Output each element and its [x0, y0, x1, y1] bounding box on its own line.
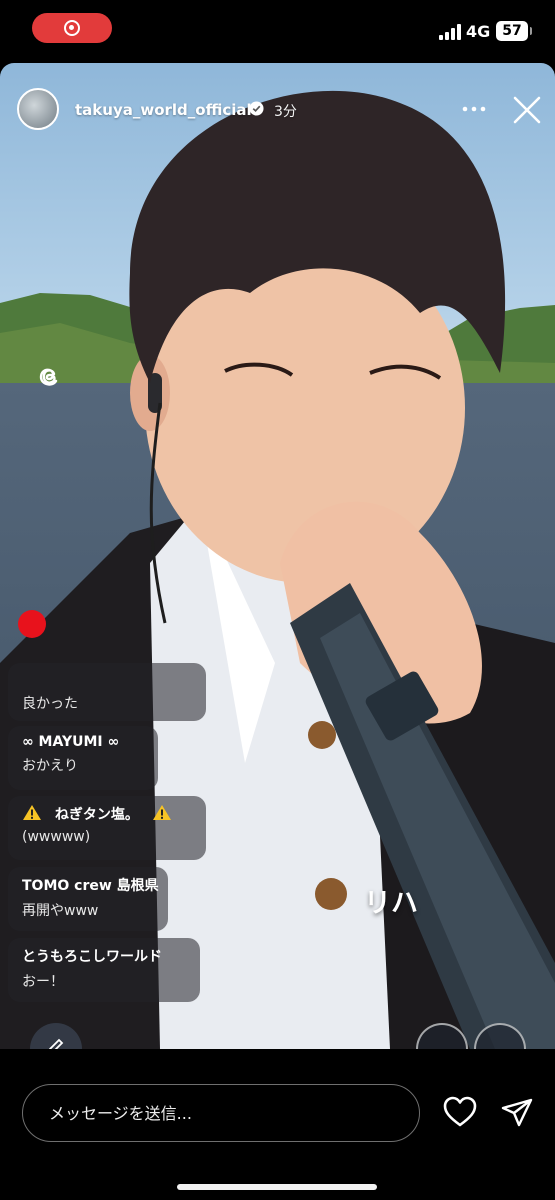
verified-badge-icon: [249, 101, 264, 116]
comment-username[interactable]: とうもろこしワールド: [22, 946, 186, 966]
message-input[interactable]: [22, 1084, 420, 1142]
network-type: 4G: [466, 22, 491, 41]
live-duration: 3分: [274, 104, 297, 120]
comment-item: ∞ MAYUMI ∞ おかえり: [8, 726, 158, 790]
warning-icon: [23, 805, 41, 820]
home-indicator: [177, 1184, 377, 1190]
heart-icon[interactable]: [443, 1096, 477, 1128]
screen-recording-indicator[interactable]: [32, 13, 112, 43]
comment-username[interactable]: TOMO crew 島根県: [22, 875, 159, 895]
cellular-signal-icon: [439, 24, 461, 40]
send-icon[interactable]: [501, 1097, 533, 1129]
comment-message: おかえり: [22, 758, 78, 774]
comment-message: おー！: [22, 974, 64, 990]
username[interactable]: takuya_world_official: [75, 101, 252, 119]
comment-bar: [0, 1049, 555, 1200]
comment-message: (wwwww): [22, 829, 91, 845]
comment-message: 良かった: [22, 696, 78, 712]
comment-item: とうもろこしワールド おー！: [8, 938, 200, 1002]
comment-username[interactable]: ねぎタン塩。: [22, 804, 192, 824]
comment-username[interactable]: ∞ MAYUMI ∞: [22, 734, 144, 750]
pencil-icon: [49, 1038, 64, 1049]
record-icon: [64, 20, 80, 36]
threads-icon[interactable]: [35, 363, 63, 391]
live-indicator-dot: [18, 610, 46, 638]
more-options-icon[interactable]: [462, 106, 486, 112]
live-video[interactable]: takuya_world_official 3分 良かった ∞ MAYUMI ∞…: [0, 63, 555, 1049]
profile-avatar[interactable]: [17, 88, 59, 130]
comment-item: TOMO crew 島根県 再開やwww: [8, 867, 168, 931]
status-bar: 4G 57: [0, 0, 555, 62]
close-icon[interactable]: [512, 95, 542, 125]
battery-icon: 57: [496, 21, 532, 41]
comment-item: 良かった: [8, 663, 206, 721]
warning-icon: [152, 805, 171, 820]
comment-message: 再開やwww: [22, 903, 99, 919]
caption-overlay: リハ: [364, 888, 418, 919]
live-header: takuya_world_official 3分: [0, 63, 555, 153]
comment-item: ねぎタン塩。 (wwwww): [8, 796, 206, 860]
comment-username-text: ねぎタン塩。: [54, 807, 139, 823]
